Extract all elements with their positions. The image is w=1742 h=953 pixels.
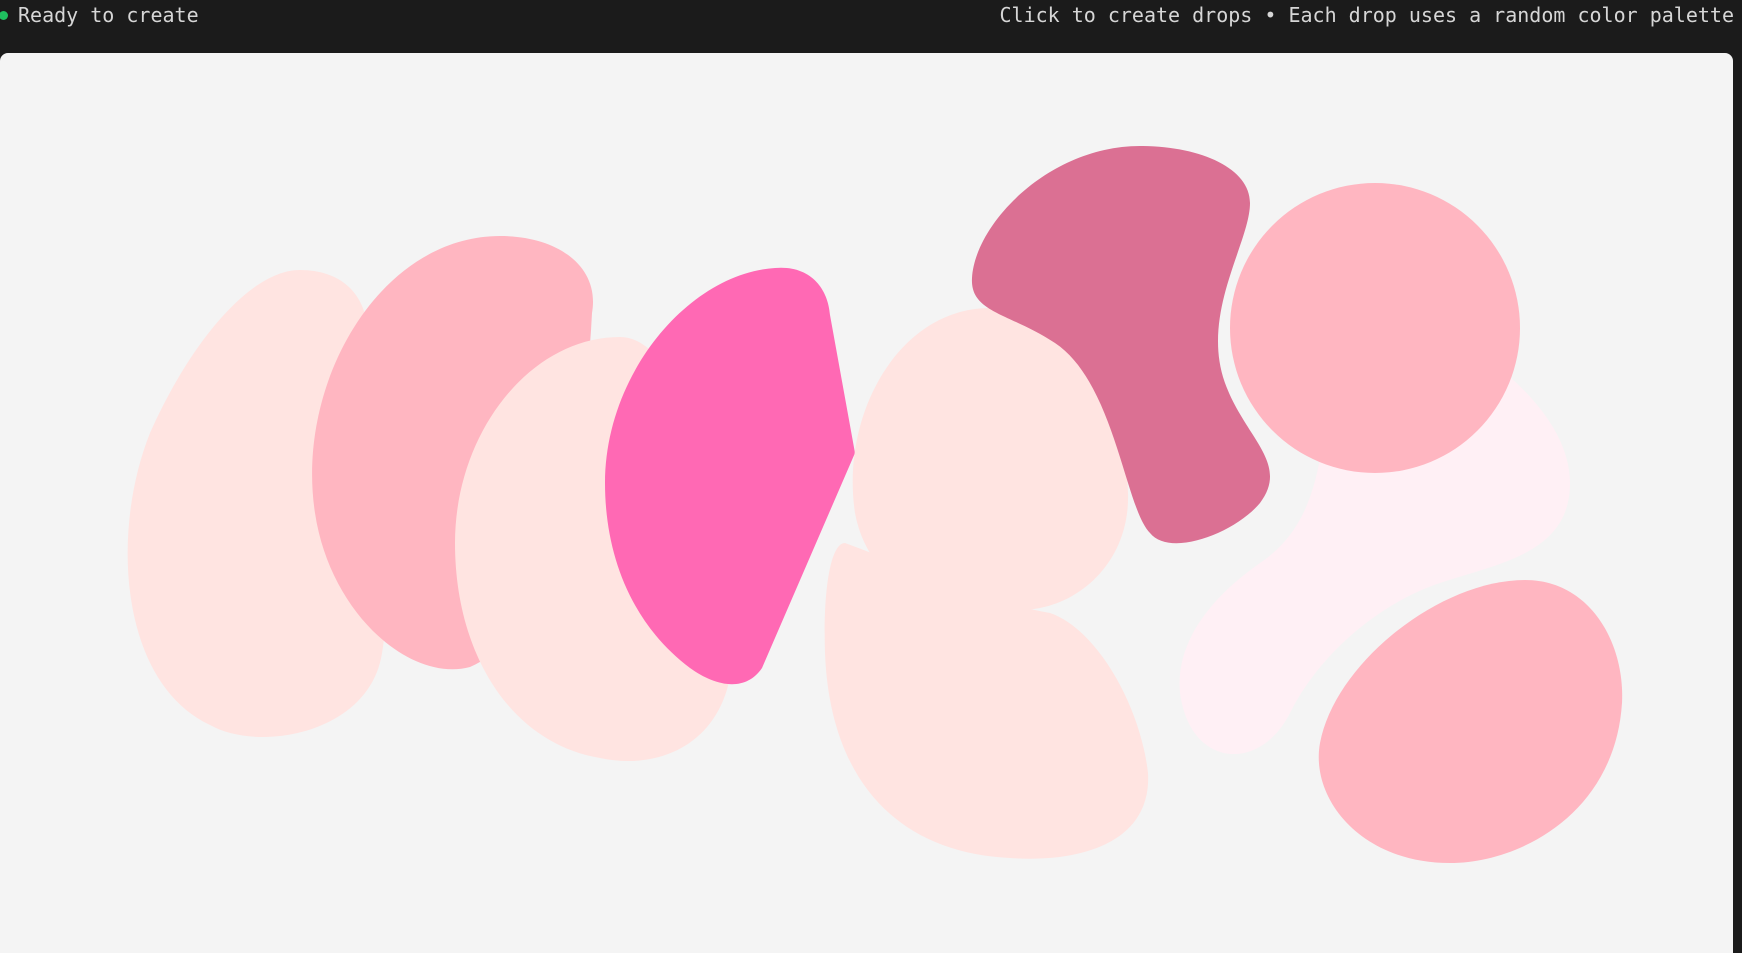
top-bar: Ready to create Click to create drops • … [0, 0, 1742, 53]
instructions-text: Click to create drops • Each drop uses a… [999, 3, 1734, 27]
drop-shape [1230, 183, 1520, 473]
status-dot-icon [0, 10, 8, 20]
drop-canvas[interactable] [0, 53, 1733, 953]
status-indicator: Ready to create [0, 3, 199, 27]
status-text: Ready to create [18, 3, 199, 27]
drops-layer [127, 146, 1623, 863]
